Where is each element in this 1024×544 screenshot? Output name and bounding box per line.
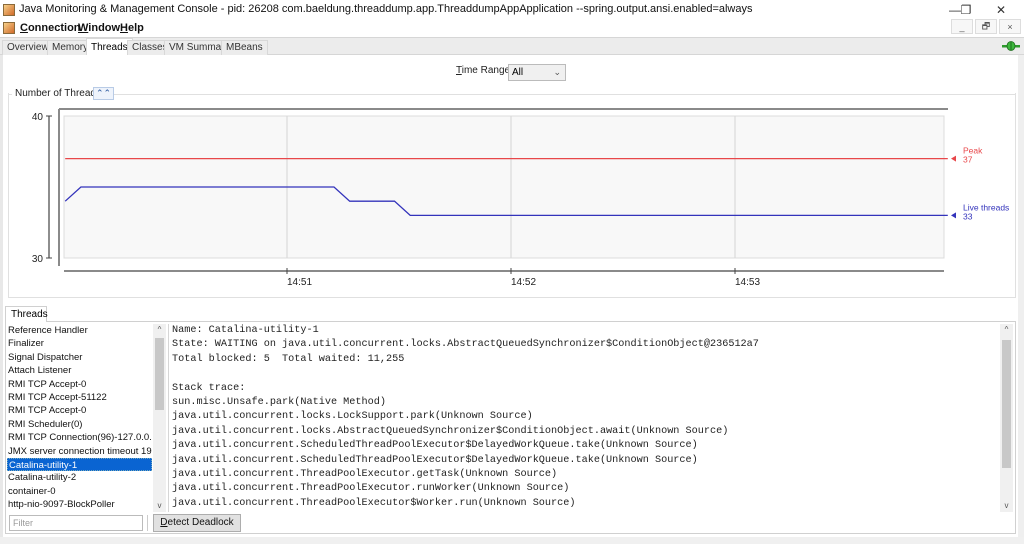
x-tick-label: 14:53 (735, 277, 760, 288)
legend-value: 37 (963, 155, 973, 165)
thread-list-item[interactable]: Finalizer (7, 337, 152, 350)
thread-list-item[interactable]: http-nio-9097-BlockPoller (7, 498, 152, 511)
detail-line: Name: Catalina-utility-1 (172, 325, 319, 336)
thread-detail-text[interactable]: Name: Catalina-utility-1 State: WAITING o… (170, 324, 1000, 512)
java-app-icon (3, 22, 15, 34)
scroll-up-icon[interactable]: ^ (1000, 324, 1013, 336)
threads-chart: 403014:51 14:52 14:53Peak37Live threads33 (32, 108, 1009, 288)
close-icon: ✕ (995, 3, 1007, 17)
menu-window[interactable]: Window (78, 22, 120, 34)
series-marker (951, 212, 956, 219)
detail-line: Total blocked: 5 Total waited: 11,255 (172, 353, 405, 365)
internal-minimize-button[interactable]: _ (951, 19, 973, 34)
detail-line: java.util.concurrent.locks.AbstractQueue… (172, 425, 729, 437)
thread-list-item[interactable]: http-nio-9097-exec-1 (7, 511, 152, 512)
tab-mbeans[interactable]: MBeans (221, 40, 268, 56)
menu-label: onnection (27, 22, 81, 34)
detail-line: java.util.concurrent.ScheduledThreadPool… (172, 440, 698, 452)
threads-subtab[interactable]: Threads (5, 306, 48, 322)
restore-icon: ❐ (960, 3, 972, 17)
thread-list-item[interactable]: container-0 (7, 485, 152, 498)
thread-list-item[interactable]: RMI TCP Accept-0 (7, 378, 152, 391)
thread-list-item[interactable]: RMI TCP Accept-51122 (7, 391, 152, 404)
detail-line: java.util.concurrent.ScheduledThreadPool… (172, 454, 698, 466)
scroll-down-icon[interactable]: v (153, 500, 166, 512)
time-range-select[interactable]: All ⌄ (508, 64, 566, 81)
thread-list-item[interactable]: Attach Listener (7, 364, 152, 377)
menu-connection[interactable]: Connection (20, 22, 81, 34)
internal-frame-controls: _ 🗗 × (951, 19, 1021, 34)
split-pane-divider[interactable] (166, 324, 169, 512)
thread-list: Reference Handler Finalizer Signal Dispatc… (7, 324, 152, 512)
x-tick-label: 14:52 (511, 277, 536, 288)
menu-help[interactable]: Help (120, 22, 144, 34)
thread-list-item[interactable]: Signal Dispatcher (7, 351, 152, 364)
menu-label: elp (127, 22, 144, 34)
menu-label: indow (88, 22, 121, 34)
chart-section-title: Number of Threads (12, 88, 104, 99)
window-title: Java Monitoring & Management Console - p… (19, 3, 753, 15)
detail-line: java.util.concurrent.locks.LockSupport.p… (172, 411, 533, 423)
close-button[interactable]: ✕ (978, 0, 1024, 20)
detail-line: java.util.concurrent.ThreadPoolExecutor.… (172, 483, 570, 495)
connection-plug-icon[interactable] (1002, 41, 1020, 51)
scroll-thumb[interactable] (155, 338, 164, 410)
thread-list-item[interactable]: JMX server connection timeout 19 (7, 445, 152, 458)
menu-mnemonic: W (78, 22, 89, 34)
menu-mnemonic: C (20, 22, 28, 34)
thread-list-item[interactable]: RMI Scheduler(0) (7, 418, 152, 431)
tab-overview[interactable]: Overview (2, 40, 54, 56)
time-range-value: All (512, 67, 524, 78)
scroll-down-icon[interactable]: v (1000, 500, 1013, 512)
bottom-border (0, 537, 1024, 544)
label-text: ime Range: (461, 65, 513, 76)
series-marker (951, 155, 956, 162)
time-range-label: Time Range: (456, 65, 513, 76)
detect-deadlock-button[interactable]: Detect Deadlock (153, 514, 241, 532)
menu-bar: Connection Window Help (0, 20, 1024, 37)
thread-list-item[interactable]: RMI TCP Accept-0 (7, 404, 152, 417)
chevron-down-icon: ⌄ (553, 67, 561, 77)
title-bar: Java Monitoring & Management Console - p… (0, 0, 1024, 20)
internal-restore-button[interactable]: 🗗 (975, 19, 997, 34)
button-mnemonic: D (160, 517, 168, 528)
detail-line: Stack trace: (172, 382, 246, 394)
thread-list-item[interactable]: Reference Handler (7, 324, 152, 337)
scroll-thumb[interactable] (1002, 340, 1011, 468)
detail-line: java.util.concurrent.ThreadPoolExecutor.… (172, 468, 558, 480)
internal-close-button[interactable]: × (999, 19, 1021, 34)
double-chevron-up-icon: ⌃⌃ (95, 88, 112, 98)
thread-list-item[interactable]: Catalina-utility-1 (7, 457, 152, 472)
thread-list-scrollbar[interactable]: ^ v (153, 324, 166, 512)
y-tick-label: 30 (32, 254, 44, 265)
tab-strip: Overview Memory Threads Classes VM Summa… (0, 37, 1024, 56)
separator (147, 515, 148, 531)
thread-list-item[interactable]: RMI TCP Connection(96)-127.0.0.1 (7, 431, 152, 444)
java-app-icon (3, 4, 15, 16)
detail-line: sun.misc.Unsafe.park(Native Method) (172, 396, 386, 408)
thread-list-item[interactable]: Catalina-utility-2 (7, 471, 152, 484)
filter-input[interactable]: Filter (9, 515, 143, 531)
x-tick-label: 14:51 (287, 277, 312, 288)
scroll-up-icon[interactable]: ^ (153, 324, 166, 336)
collapse-button[interactable]: ⌃⌃ (93, 87, 114, 100)
legend-value: 33 (963, 211, 973, 221)
detail-line: java.util.concurrent.ThreadPoolExecutor$… (172, 497, 576, 509)
detail-line: State: WAITING on java.util.concurrent.l… (172, 339, 759, 351)
tab-threads[interactable]: Threads (86, 38, 133, 56)
detail-scrollbar[interactable]: ^ v (1000, 324, 1013, 512)
menu-mnemonic: H (120, 22, 128, 34)
button-label: etect Deadlock (167, 517, 234, 528)
y-tick-label: 40 (32, 112, 44, 123)
detail-line (170, 367, 1000, 381)
